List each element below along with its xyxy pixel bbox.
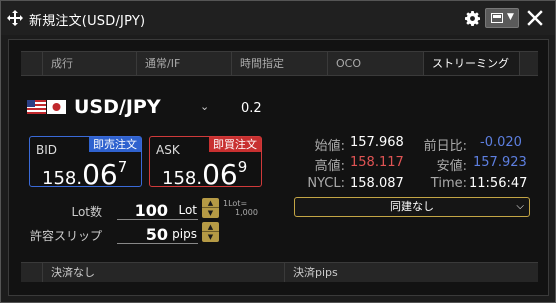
lot-input[interactable]: 100 Lot <box>117 200 198 220</box>
low-label: 安値: <box>436 159 467 174</box>
move-icon[interactable] <box>7 10 23 26</box>
tab-spacer <box>21 52 42 75</box>
order-type-tabs: 成行 通常/IF 時間指定 OCO ストリーミング <box>21 51 538 76</box>
stepper-up-icon[interactable]: ▲ <box>202 222 219 232</box>
slippage-value: 50 <box>145 225 168 244</box>
bid-price-big: 06 <box>82 158 118 191</box>
tab-time-specified[interactable]: 時間指定 <box>231 52 327 75</box>
window-menu-icon <box>491 13 503 23</box>
window-menu-button[interactable]: ▼ <box>485 8 519 28</box>
lot-size-note: 1Lot= 1,000 <box>223 199 258 217</box>
slippage-unit: pips <box>172 227 197 241</box>
ask-label: ASK <box>156 143 180 157</box>
bid-price-last: 7 <box>117 158 128 176</box>
lot-value: 100 <box>134 201 168 220</box>
settlement-bar: 決済なし 決済pips <box>21 262 538 282</box>
lot-note-line-1: 1Lot= <box>223 199 248 208</box>
currency-flags-icon <box>27 100 66 114</box>
prev-change-value: -0.020 <box>480 135 522 150</box>
order-panel: 成行 通常/IF 時間指定 OCO ストリーミング USD/JPY ⌄ 0.2 <box>8 39 549 296</box>
link-select-value: 同建なし <box>390 200 434 213</box>
currency-pair[interactable]: USD/JPY <box>74 96 161 118</box>
tab-normal-if[interactable]: 通常/IF <box>136 52 231 75</box>
open-value: 157.968 <box>350 135 404 150</box>
bid-price: 158.067 <box>42 158 127 191</box>
slippage-label: 許容スリップ <box>29 229 102 243</box>
low-value: 157.923 <box>473 155 527 170</box>
high-label: 高値: <box>314 159 345 174</box>
bid-label: BID <box>36 143 58 157</box>
new-order-window: 新規注文(USD/JPY) ▼ 成行 通常/IF 時間指定 OCO ストリーミン… <box>0 0 556 303</box>
spread-value: 0.2 <box>241 101 262 116</box>
close-icon[interactable] <box>527 10 543 26</box>
stepper-down-icon[interactable]: ▼ <box>202 208 219 218</box>
us-flag-icon <box>27 100 46 114</box>
prev-change-label: 前日比: <box>423 139 467 154</box>
stepper-down-icon[interactable]: ▼ <box>202 232 219 242</box>
instant-buy-button[interactable]: 即買注文 <box>209 137 261 152</box>
lot-note-line-2: 1,000 <box>235 208 258 217</box>
instant-sell-button[interactable]: 即売注文 <box>89 137 141 152</box>
tab-streaming[interactable]: ストリーミング <box>423 52 519 75</box>
open-label: 始値: <box>314 139 345 154</box>
time-label: Time: <box>430 176 467 191</box>
settlement-spacer <box>21 263 42 282</box>
bid-quote-box[interactable]: BID 即売注文 158.067 <box>29 136 142 191</box>
lot-stepper[interactable]: ▲ ▼ <box>202 198 219 218</box>
lot-unit: Lot <box>178 203 197 217</box>
nycl-value: 158.087 <box>350 176 404 191</box>
jp-flag-icon <box>47 100 66 114</box>
time-value: 11:56:47 <box>469 176 528 191</box>
title-bar[interactable]: 新規注文(USD/JPY) ▼ <box>1 1 555 35</box>
slippage-stepper[interactable]: ▲ ▼ <box>202 222 219 242</box>
no-settlement-option[interactable]: 決済なし <box>42 263 284 282</box>
gear-icon[interactable] <box>465 11 480 26</box>
ask-price-big: 06 <box>202 158 238 191</box>
chevron-down-icon: ▼ <box>507 12 514 22</box>
ask-price: 158.069 <box>162 158 247 191</box>
high-value: 158.117 <box>350 155 404 170</box>
pair-dropdown-chevron-icon[interactable]: ⌄ <box>200 100 209 113</box>
lot-label: Lot数 <box>71 205 102 219</box>
slippage-input[interactable]: 50 pips <box>117 224 198 244</box>
chevron-down-icon: ⌵ <box>516 201 524 212</box>
link-select[interactable]: 同建なし ⌵ <box>294 197 530 217</box>
bid-price-prefix: 158. <box>42 168 83 189</box>
ask-price-prefix: 158. <box>162 168 203 189</box>
tab-market[interactable]: 成行 <box>42 52 136 75</box>
settlement-pips-option[interactable]: 決済pips <box>284 263 538 282</box>
ask-price-last: 9 <box>237 158 248 176</box>
tab-oco[interactable]: OCO <box>327 52 423 75</box>
ask-quote-box[interactable]: ASK 即買注文 158.069 <box>149 136 262 191</box>
window-title: 新規注文(USD/JPY) <box>29 14 146 29</box>
stepper-up-icon[interactable]: ▲ <box>202 198 219 208</box>
tab-spacer-end <box>519 52 538 75</box>
nycl-label: NYCL: <box>307 176 345 191</box>
